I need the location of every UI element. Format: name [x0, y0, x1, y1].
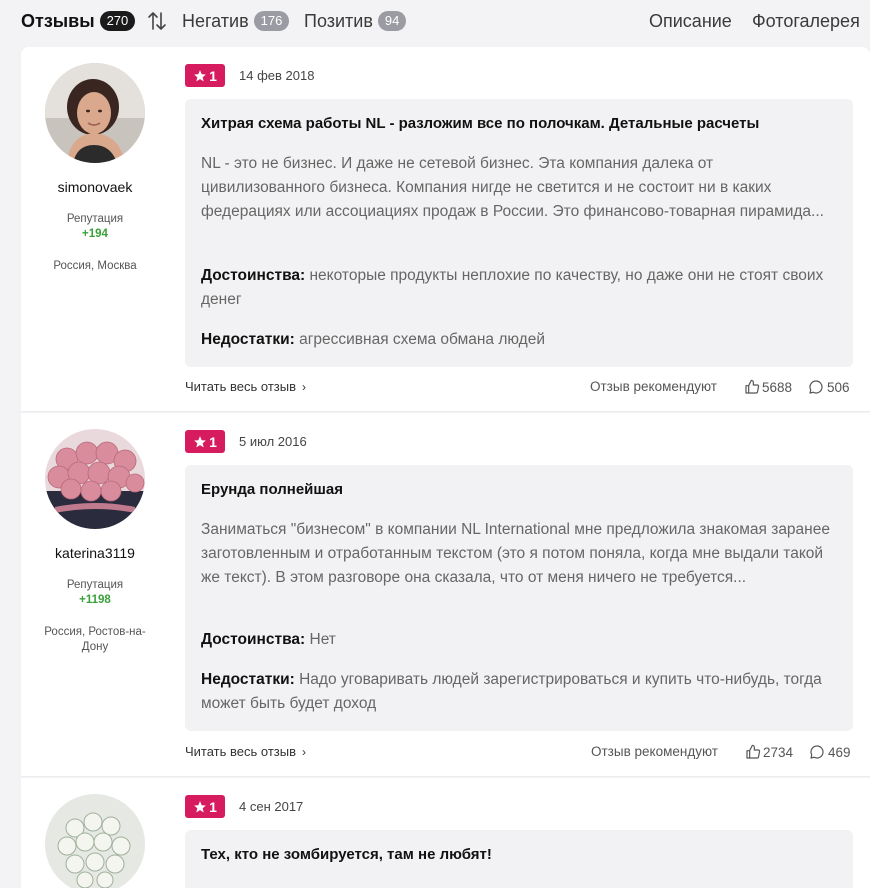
reputation-value: +1198	[79, 594, 111, 606]
review-cons: Недостатки: Надо уговаривать людей зарег…	[201, 668, 841, 716]
review-body: Тех, кто не зомбируется, там не любят!	[185, 830, 853, 888]
reputation-label: Репутация	[66, 579, 124, 591]
like-button[interactable]: 2734	[745, 744, 793, 760]
review-date: 4 сен 2017	[239, 799, 304, 814]
avatar[interactable]	[45, 794, 145, 888]
tab-reviews-label: Отзывы	[21, 11, 95, 31]
cons-text: Надо уговаривать людей зарегистрироватьс…	[201, 671, 822, 712]
chevron-right-icon: ›	[302, 745, 307, 759]
avatar[interactable]	[45, 63, 145, 163]
comments-count: 506	[827, 379, 850, 395]
review-footer: Читать весь отзыв › Отзыв рекомендуют 568…	[185, 379, 853, 399]
tab-negative-count: 176	[253, 11, 290, 31]
pros-label: Достоинства:	[201, 267, 306, 284]
review-date: 5 июл 2016	[239, 434, 307, 449]
comment-icon	[810, 745, 824, 759]
thumbs-up-icon	[745, 379, 760, 394]
review-body: Хитрая схема работы NL - разложим все по…	[185, 99, 853, 367]
author-location: Россия, Ростов-на-Дону	[44, 626, 146, 653]
star-icon	[194, 69, 206, 81]
rating-badge: 1	[185, 64, 225, 87]
author-name[interactable]: simonovaek	[21, 179, 169, 195]
likes-count: 5688	[762, 379, 793, 395]
rating-badge: 1	[185, 430, 225, 453]
tab-negative-label: Негатив	[182, 11, 249, 31]
review-text: Заниматься "бизнесом" в компании NL Inte…	[201, 521, 830, 586]
review-text: NL - это не бизнес. И даже не сетевой би…	[201, 155, 824, 220]
cons-text: агрессивная схема обмана людей	[299, 331, 545, 348]
review-pros: Достоинства: некоторые продукты неплохие…	[201, 264, 841, 312]
reputation-value: +194	[82, 228, 108, 240]
tab-description[interactable]: Описание	[649, 9, 732, 33]
rating-badge: 1	[185, 795, 225, 818]
read-more-link[interactable]: Читать весь отзыв ›	[185, 379, 306, 394]
review-card: katerina3119 Репутация +1198 Россия, Рос…	[21, 413, 870, 777]
cons-label: Недостатки:	[201, 671, 295, 688]
pros-label: Достоинства:	[201, 631, 306, 648]
avatar[interactable]	[45, 429, 145, 529]
tab-positive-count: 94	[377, 11, 407, 31]
thumbs-up-icon	[746, 744, 761, 759]
tab-positive[interactable]: Позитив 94	[304, 9, 407, 33]
author-location: Россия, Москва	[53, 260, 137, 272]
tab-positive-label: Позитив	[304, 11, 373, 31]
likes-count: 2734	[763, 744, 794, 760]
review-pros: Достоинства: Нет	[201, 628, 841, 652]
chevron-right-icon: ›	[302, 380, 307, 394]
reputation-label: Репутация	[66, 213, 124, 225]
pros-text: Нет	[309, 631, 336, 648]
comment-icon	[809, 380, 823, 394]
tab-reviews-count: 270	[99, 11, 136, 31]
rating-value: 1	[209, 433, 217, 450]
review-card: simonovaek Репутация +194 Россия, Москва…	[21, 47, 870, 412]
tab-gallery[interactable]: Фотогалерея	[752, 9, 860, 33]
review-footer: Читать весь отзыв › Отзыв рекомендуют 273…	[185, 744, 853, 764]
read-more-label: Читать весь отзыв	[185, 744, 297, 759]
author-name[interactable]: katerina3119	[21, 545, 169, 561]
review-body: Ерунда полнейшая Заниматься "бизнесом" в…	[185, 465, 853, 731]
sort-icon[interactable]	[147, 10, 167, 32]
read-more-link[interactable]: Читать весь отзыв ›	[185, 744, 306, 759]
comments-button[interactable]: 506	[808, 379, 850, 395]
review-tabs: Отзывы 270 Негатив 176 Позитив 94 Описан…	[0, 0, 870, 44]
review-date: 14 фев 2018	[239, 68, 315, 83]
review-cons: Недостатки: агрессивная схема обмана люд…	[201, 328, 841, 352]
read-more-label: Читать весь отзыв	[185, 379, 297, 394]
comments-button[interactable]: 469	[809, 744, 851, 760]
like-button[interactable]: 5688	[744, 379, 792, 395]
review-card: 1 4 сен 2017 Тех, кто не зомбируется, та…	[21, 778, 870, 888]
review-title[interactable]: Хитрая схема работы NL - разложим все по…	[201, 115, 759, 132]
review-title[interactable]: Тех, кто не зомбируется, там не любят!	[201, 846, 492, 863]
tab-negative[interactable]: Негатив 176	[182, 9, 290, 33]
rating-value: 1	[209, 798, 217, 815]
cons-label: Недостатки:	[201, 331, 295, 348]
recommend-label: Отзыв рекомендуют	[590, 379, 717, 394]
tab-reviews[interactable]: Отзывы 270	[21, 9, 136, 33]
review-title[interactable]: Ерунда полнейшая	[201, 481, 343, 498]
comments-count: 469	[828, 744, 851, 760]
recommend-label: Отзыв рекомендуют	[591, 744, 718, 759]
star-icon	[194, 435, 206, 447]
star-icon	[194, 800, 206, 812]
rating-value: 1	[209, 67, 217, 84]
